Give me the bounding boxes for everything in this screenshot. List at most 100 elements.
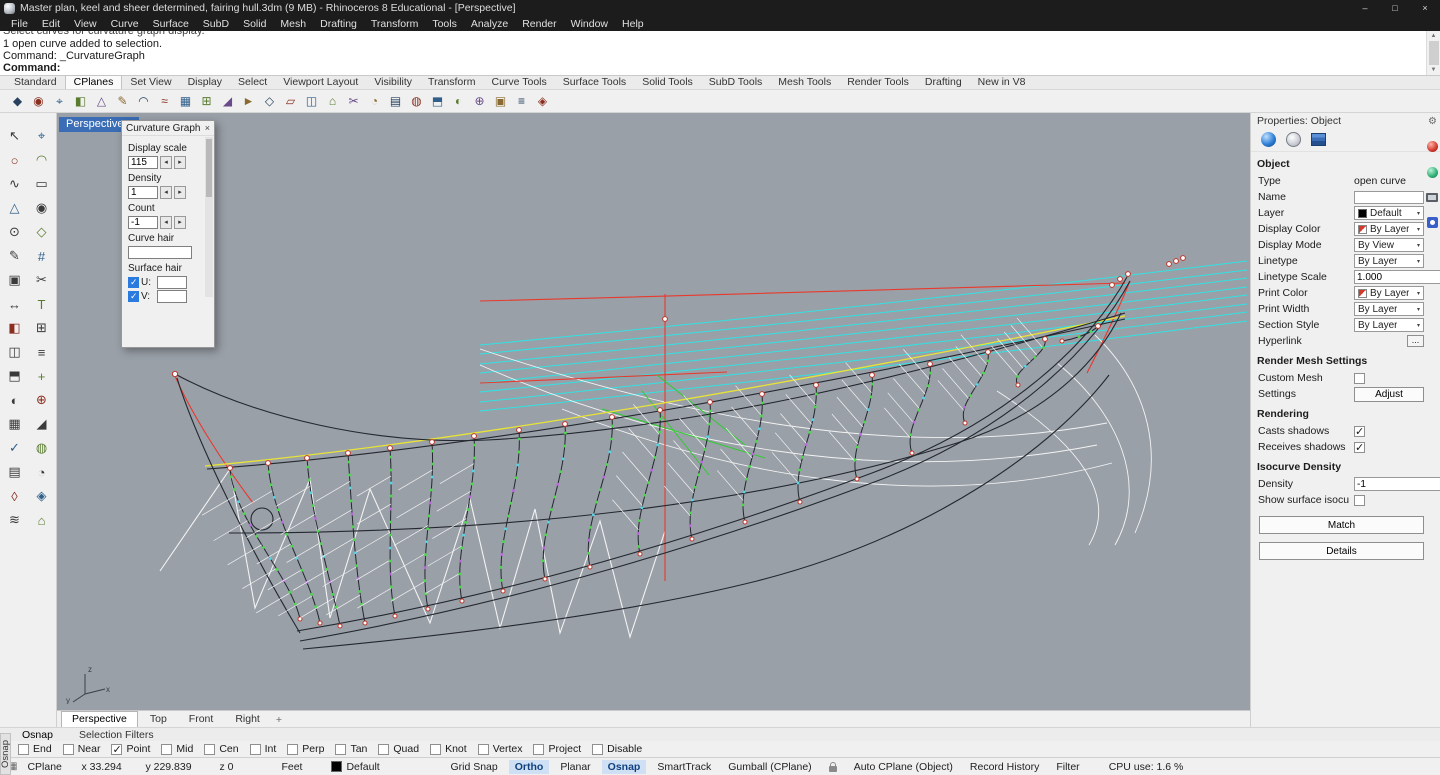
tool-icon[interactable]: ◍ bbox=[30, 437, 54, 459]
toolbar-tab[interactable]: Drafting bbox=[917, 76, 970, 89]
scroll-down-icon[interactable]: ▼ bbox=[1431, 66, 1437, 74]
checkbox[interactable] bbox=[63, 744, 74, 755]
side-tab-icon[interactable] bbox=[1427, 167, 1438, 178]
close-button[interactable]: × bbox=[1410, 0, 1440, 16]
toolbar-icon[interactable]: ◫ bbox=[302, 92, 321, 111]
tool-icon[interactable]: ◠ bbox=[30, 149, 54, 171]
menu-item[interactable]: Curve bbox=[104, 18, 146, 30]
v-checkbox[interactable] bbox=[128, 291, 139, 302]
status-toggle[interactable]: Gumball (CPlane) bbox=[722, 760, 817, 774]
layer-dropdown[interactable]: Default▾ bbox=[1354, 206, 1424, 220]
isocurve-density-input[interactable] bbox=[1355, 478, 1440, 490]
toolbar-icon[interactable]: ◆ bbox=[8, 92, 27, 111]
tool-icon[interactable]: ≋ bbox=[3, 509, 27, 531]
tool-icon[interactable]: △ bbox=[3, 197, 27, 219]
name-input[interactable] bbox=[1354, 191, 1424, 204]
tool-icon[interactable]: ◇ bbox=[30, 221, 54, 243]
menu-item[interactable]: Help bbox=[615, 18, 651, 30]
count-input[interactable] bbox=[128, 216, 158, 229]
toolbar-tab[interactable]: Visibility bbox=[366, 76, 420, 89]
toolbar-icon[interactable]: ◐ bbox=[449, 92, 468, 111]
tool-icon[interactable]: ⌂ bbox=[30, 509, 54, 531]
toolbar-icon[interactable]: ⊕ bbox=[470, 92, 489, 111]
station-curve[interactable] bbox=[501, 430, 519, 591]
toolbar-tab[interactable]: CPlanes bbox=[65, 75, 123, 89]
show-isocurve-checkbox[interactable] bbox=[1354, 495, 1365, 506]
toolbar-icon[interactable]: ⬒ bbox=[428, 92, 447, 111]
menu-item[interactable]: Transform bbox=[364, 18, 425, 30]
display-color-dropdown[interactable]: By Layer▾ bbox=[1354, 222, 1424, 236]
increase-button[interactable]: ▸ bbox=[174, 156, 186, 169]
tool-icon[interactable]: ▭ bbox=[30, 173, 54, 195]
cplane-button[interactable]: CPlane bbox=[27, 761, 77, 773]
osnap-option[interactable]: Point bbox=[111, 743, 150, 755]
hyperlink-browse-button[interactable]: ... bbox=[1407, 335, 1424, 347]
tool-icon[interactable]: ⌖ bbox=[30, 125, 54, 147]
viewport-tab[interactable]: Front bbox=[179, 712, 224, 727]
display-scale-input[interactable] bbox=[128, 156, 158, 169]
custom-mesh-checkbox[interactable] bbox=[1354, 373, 1365, 384]
menu-item[interactable]: Surface bbox=[146, 18, 196, 30]
toolbar-icon[interactable]: ◈ bbox=[533, 92, 552, 111]
station-curve[interactable] bbox=[460, 436, 475, 601]
current-layer-button[interactable]: Default bbox=[346, 761, 398, 773]
toolbar-icon[interactable]: ◠ bbox=[134, 92, 153, 111]
details-button[interactable]: Details bbox=[1259, 542, 1424, 560]
print-width-dropdown[interactable]: By Layer▾ bbox=[1354, 302, 1424, 316]
menu-item[interactable]: SubD bbox=[196, 18, 236, 30]
toolbar-icon[interactable]: ⌂ bbox=[323, 92, 342, 111]
increase-button[interactable]: ▸ bbox=[174, 216, 186, 229]
osnap-option[interactable]: Cen bbox=[204, 743, 238, 755]
osnap-option[interactable]: Int bbox=[250, 743, 277, 755]
osnap-option[interactable]: Disable bbox=[592, 743, 642, 755]
toolbar-tab[interactable]: Select bbox=[230, 76, 275, 89]
checkbox[interactable] bbox=[533, 744, 544, 755]
checkbox[interactable] bbox=[18, 744, 29, 755]
section-style-dropdown[interactable]: By Layer▾ bbox=[1354, 318, 1424, 332]
layer-color-swatch[interactable] bbox=[331, 761, 342, 772]
toolbar-icon[interactable]: ◔ bbox=[365, 92, 384, 111]
tool-icon[interactable]: ⊙ bbox=[3, 221, 27, 243]
toolbar-icon[interactable]: ▤ bbox=[386, 92, 405, 111]
checkbox[interactable] bbox=[478, 744, 489, 755]
station-curve[interactable] bbox=[543, 424, 565, 579]
new-viewport-icon[interactable]: + bbox=[272, 713, 286, 727]
material-tab-icon[interactable] bbox=[1286, 132, 1301, 147]
toolbar-tab[interactable]: Mesh Tools bbox=[770, 76, 839, 89]
status-toggle[interactable]: Osnap bbox=[602, 760, 647, 774]
checkbox[interactable] bbox=[250, 744, 261, 755]
display-mode-dropdown[interactable]: By View▾ bbox=[1354, 238, 1424, 252]
status-toggle[interactable]: Grid Snap bbox=[444, 760, 503, 774]
menu-item[interactable]: File bbox=[4, 18, 35, 30]
station-curve[interactable] bbox=[390, 448, 395, 616]
osnap-option[interactable]: End bbox=[18, 743, 52, 755]
viewport-tab[interactable]: Perspective bbox=[61, 711, 138, 727]
tool-icon[interactable]: ∿ bbox=[3, 173, 27, 195]
menu-item[interactable]: Tools bbox=[425, 18, 464, 30]
osnap-option[interactable]: Quad bbox=[378, 743, 419, 755]
toolbar-tab[interactable]: Surface Tools bbox=[555, 76, 634, 89]
station-curve[interactable] bbox=[268, 463, 320, 623]
tool-icon[interactable]: ○ bbox=[3, 149, 27, 171]
status-toggle[interactable]: Ortho bbox=[509, 760, 550, 774]
tool-icon[interactable]: ⊕ bbox=[30, 389, 54, 411]
tool-icon[interactable]: + bbox=[30, 365, 54, 387]
density-input[interactable] bbox=[128, 186, 158, 199]
toolbar-tab[interactable]: Solid Tools bbox=[634, 76, 701, 89]
minimize-button[interactable]: – bbox=[1350, 0, 1380, 16]
toolbar-tab[interactable]: Set View bbox=[122, 76, 179, 89]
osnap-side-tab[interactable]: Osnap bbox=[0, 733, 11, 775]
isocurve-density-spinner[interactable]: ▴▾ bbox=[1354, 477, 1440, 491]
toolbar-tab[interactable]: Curve Tools bbox=[484, 76, 555, 89]
toolbar-icon[interactable]: ◉ bbox=[29, 92, 48, 111]
tool-icon[interactable]: T bbox=[30, 293, 54, 315]
menu-item[interactable]: Mesh bbox=[273, 18, 313, 30]
tool-icon[interactable]: ↔ bbox=[3, 293, 27, 315]
command-history-area[interactable]: Select curves for curvature graph displa… bbox=[0, 31, 1440, 76]
tool-icon[interactable]: ↖ bbox=[3, 125, 27, 147]
linetype-scale-spinner[interactable]: ▴▾ bbox=[1354, 270, 1440, 284]
checkbox[interactable] bbox=[287, 744, 298, 755]
menu-item[interactable]: Drafting bbox=[313, 18, 364, 30]
toolbar-icon[interactable]: ⌖ bbox=[50, 92, 69, 111]
maximize-button[interactable]: □ bbox=[1380, 0, 1410, 16]
